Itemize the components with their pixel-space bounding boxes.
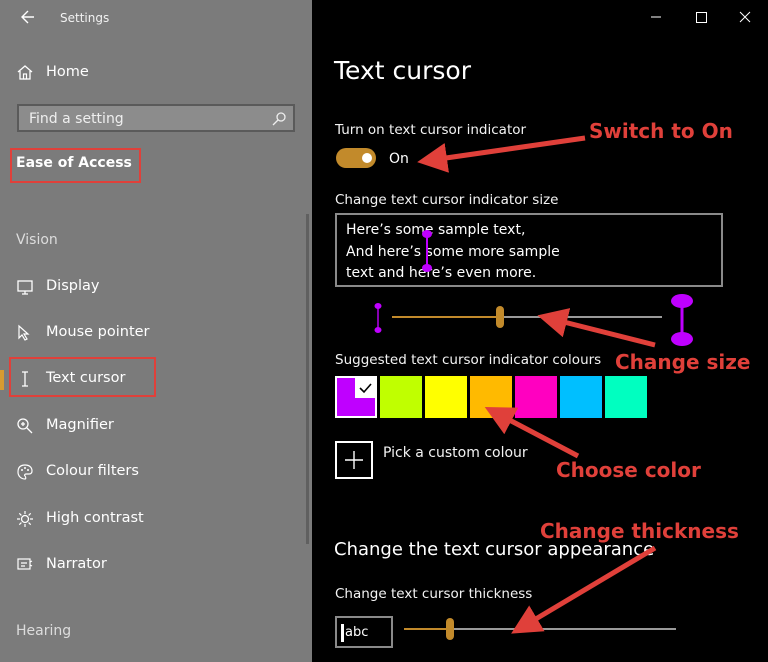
sample-line: text and here’s even more.	[346, 265, 537, 281]
large-size-icon	[671, 294, 693, 346]
sidebar-item-text-cursor[interactable]: Text cursor	[0, 362, 312, 396]
annotation-switch-on: Switch to On	[589, 119, 733, 143]
colour-swatch-pink[interactable]	[515, 376, 557, 418]
colour-swatch-lime[interactable]	[380, 376, 422, 418]
size-slider[interactable]	[392, 306, 662, 328]
mouse-pointer-icon	[18, 324, 30, 341]
sidebar-titlebar: Settings	[0, 0, 312, 36]
close-icon	[739, 11, 751, 23]
checkmark-icon	[359, 383, 372, 394]
maximize-button[interactable]	[689, 8, 713, 26]
size-label: Change text cursor indicator size	[335, 192, 559, 208]
category-title: Ease of Access	[16, 155, 132, 171]
high-contrast-icon	[17, 511, 33, 527]
sidebar-item-label: Magnifier	[46, 417, 114, 433]
sidebar-item-label: Display	[46, 278, 100, 294]
annotation-choose-color: Choose color	[556, 458, 701, 482]
minimize-icon	[651, 16, 661, 18]
sidebar-item-narrator[interactable]: Narrator	[0, 548, 312, 582]
maximize-icon	[696, 12, 707, 23]
app-title: Settings	[60, 11, 110, 25]
sidebar-item-label: Mouse pointer	[46, 324, 150, 340]
search-input[interactable]	[27, 109, 271, 129]
section-vision-heading: Vision	[16, 232, 58, 248]
search-icon[interactable]	[271, 111, 287, 127]
annotation-change-thickness: Change thickness	[540, 519, 739, 543]
thickness-preview-text: abc	[345, 625, 369, 640]
colour-swatches	[335, 376, 648, 420]
narrator-icon	[17, 558, 33, 570]
sidebar: Settings Home Ease of Access Vision	[0, 0, 312, 662]
back-arrow-icon	[21, 10, 34, 24]
main-panel: Text cursor Turn on text cursor indicato…	[312, 0, 768, 662]
small-size-icon	[374, 303, 382, 333]
thickness-slider-track	[450, 628, 676, 630]
custom-colour-button[interactable]	[335, 441, 373, 479]
indicator-toggle[interactable]	[336, 148, 376, 168]
thickness-slider[interactable]	[404, 618, 676, 640]
thickness-label: Change text cursor thickness	[335, 586, 533, 602]
colour-swatch-purple[interactable]	[335, 376, 377, 418]
annotation-change-size: Change size	[615, 350, 751, 374]
indicator-toggle-label: Turn on text cursor indicator	[335, 122, 527, 138]
toggle-knob	[362, 153, 372, 163]
colour-swatch-blue[interactable]	[560, 376, 602, 418]
sidebar-item-display[interactable]: Display	[0, 270, 312, 304]
cursor-indicator-preview	[422, 230, 432, 272]
thickness-slider-fill	[404, 628, 450, 630]
sidebar-item-mouse-pointer[interactable]: Mouse pointer	[0, 316, 312, 350]
sample-line: Here’s some sample text,	[346, 222, 526, 238]
magnifier-icon	[17, 418, 33, 434]
colours-label: Suggested text cursor indicator colours	[335, 352, 602, 368]
sidebar-item-high-contrast[interactable]: High contrast	[0, 502, 312, 536]
nav-home[interactable]: Home	[0, 58, 312, 86]
section-hearing-heading: Hearing	[16, 623, 72, 639]
colour-swatch-yellow[interactable]	[425, 376, 467, 418]
size-slider-thumb[interactable]	[496, 306, 504, 328]
sample-text-box: Here’s some sample text, And here’s some…	[335, 213, 723, 287]
sidebar-item-magnifier[interactable]: Magnifier	[0, 409, 312, 443]
custom-colour-label: Pick a custom colour	[383, 445, 528, 461]
page-title: Text cursor	[334, 56, 471, 85]
sidebar-item-colour-filters[interactable]: Colour filters	[0, 455, 312, 489]
search-box[interactable]	[17, 104, 295, 132]
thickness-preview: abc	[335, 616, 393, 648]
selected-check-box	[355, 378, 375, 398]
colour-swatch-orange[interactable]	[470, 376, 512, 418]
back-button[interactable]	[14, 6, 38, 28]
size-slider-fill	[392, 316, 500, 318]
minimize-button[interactable]	[644, 8, 668, 26]
sidebar-scrollbar[interactable]	[306, 214, 309, 544]
size-slider-track	[500, 316, 662, 318]
sidebar-item-label: Text cursor	[46, 370, 126, 386]
toggle-state-label: On	[389, 151, 409, 167]
colour-filters-icon	[17, 464, 33, 480]
sidebar-item-label: Narrator	[46, 556, 107, 572]
colour-swatch-teal[interactable]	[605, 376, 647, 418]
nav-home-label: Home	[46, 64, 89, 80]
thickness-cursor-bar	[341, 624, 344, 642]
thickness-slider-thumb[interactable]	[446, 618, 454, 640]
home-icon	[17, 65, 33, 80]
text-cursor-icon	[22, 371, 28, 387]
sidebar-item-label: High contrast	[46, 510, 144, 526]
sample-line: And here’s some more sample	[346, 244, 560, 260]
close-button[interactable]	[733, 8, 757, 26]
sidebar-item-label: Colour filters	[46, 463, 139, 479]
monitor-icon	[17, 280, 33, 295]
plus-icon	[345, 451, 363, 469]
